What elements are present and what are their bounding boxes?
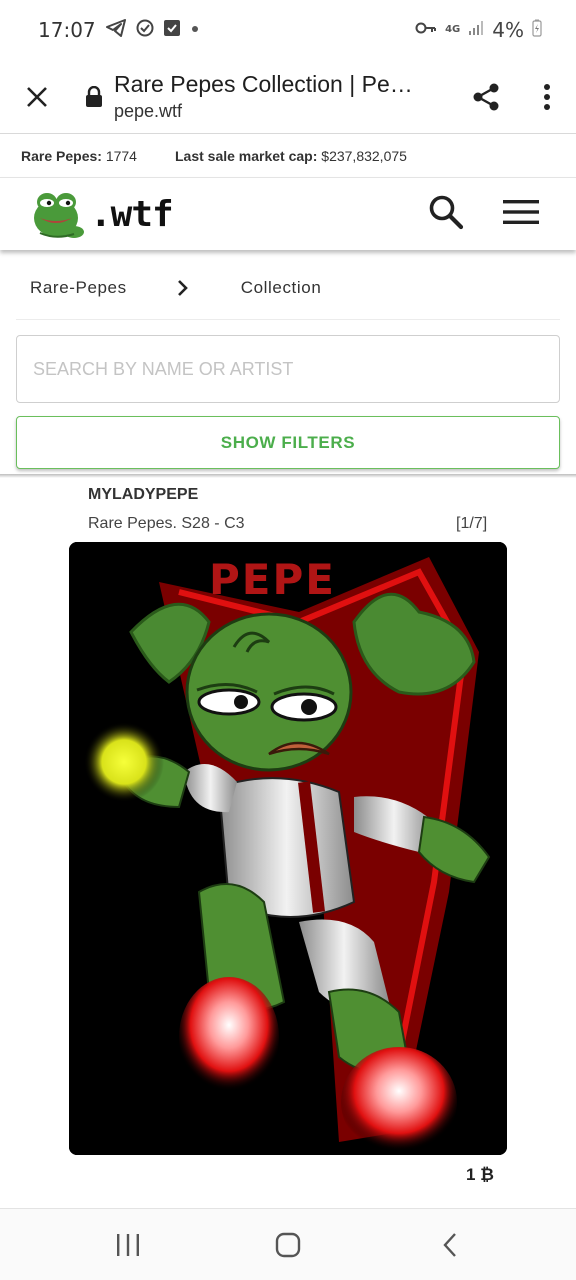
checkbox-icon bbox=[163, 19, 180, 41]
breadcrumb-rare-pepes[interactable]: Rare-Pepes bbox=[30, 278, 127, 298]
share-icon bbox=[473, 83, 499, 110]
pepe-frog-logo-icon bbox=[34, 193, 84, 238]
home-icon bbox=[275, 1232, 301, 1258]
browser-toolbar: Rare Pepes Collection | Pepe.wtf pepe.wt… bbox=[0, 60, 576, 134]
lock-icon[interactable] bbox=[74, 85, 114, 108]
site-header: .wtf bbox=[0, 178, 576, 250]
more-vert-icon bbox=[544, 83, 550, 110]
network-type: 4G bbox=[445, 24, 461, 35]
recent-apps-button[interactable] bbox=[98, 1223, 158, 1267]
hamburger-icon bbox=[503, 200, 539, 224]
market-cap-label: Last sale market cap: bbox=[174, 147, 318, 164]
page-title: Rare Pepes Collection | Pepe.wtf bbox=[114, 71, 424, 97]
page-url: pepe.wtf bbox=[114, 101, 183, 121]
recent-apps-icon bbox=[117, 1234, 139, 1256]
status-time: 17:07 bbox=[38, 18, 96, 42]
signal-icon bbox=[468, 20, 484, 41]
home-button[interactable] bbox=[258, 1223, 318, 1267]
check-circle-icon bbox=[136, 19, 154, 42]
battery-charging-icon bbox=[532, 19, 542, 42]
logo-text: .wtf bbox=[90, 193, 174, 235]
rare-pepes-label: Rare Pepes: bbox=[21, 147, 102, 164]
breadcrumb-collection[interactable]: Collection bbox=[241, 278, 322, 298]
svg-text:PEPE: PEPE bbox=[209, 555, 336, 604]
back-button[interactable] bbox=[420, 1223, 480, 1267]
card-image[interactable]: PEPE bbox=[69, 542, 507, 1155]
show-filters-button[interactable]: SHOW FILTERS bbox=[16, 416, 560, 469]
telegram-icon bbox=[105, 18, 126, 42]
site-search-button[interactable] bbox=[424, 190, 468, 234]
card-series: Rare Pepes. S28 - C3 bbox=[88, 515, 245, 532]
back-chevron-icon bbox=[443, 1233, 456, 1257]
chevron-right-icon bbox=[177, 279, 189, 297]
system-nav-bar bbox=[0, 1208, 576, 1280]
search-icon bbox=[429, 195, 464, 230]
url-bar[interactable]: Rare Pepes Collection | Pepe.wtf pepe.wt… bbox=[114, 71, 454, 122]
rare-pepes-count: 1774 bbox=[105, 147, 137, 164]
site-logo[interactable]: .wtf bbox=[30, 188, 174, 240]
battery-level: 4% bbox=[492, 18, 524, 42]
section-divider bbox=[0, 474, 576, 478]
close-tab-button[interactable] bbox=[0, 60, 74, 134]
card-price: 1 ₿ bbox=[466, 1165, 495, 1184]
dot-icon bbox=[190, 21, 200, 39]
status-bar: 17:07 4G 4% bbox=[0, 0, 576, 60]
key-icon bbox=[415, 21, 437, 40]
card-title[interactable]: MYLADYPEPE bbox=[88, 486, 198, 504]
share-button[interactable] bbox=[454, 60, 518, 134]
hamburger-menu-button[interactable] bbox=[498, 190, 544, 234]
market-cap-value: $237,832,075 bbox=[321, 147, 407, 164]
status-right: 4G 4% bbox=[415, 18, 542, 42]
more-options-button[interactable] bbox=[518, 60, 576, 134]
card-artwork: PEPE bbox=[69, 542, 507, 1155]
stats-bar: Rare Pepes: 1774 Last sale market cap: $… bbox=[0, 134, 576, 178]
status-left: 17:07 bbox=[38, 18, 200, 42]
close-icon bbox=[27, 86, 47, 107]
card-count: [1/7] bbox=[456, 515, 488, 532]
search-input[interactable] bbox=[16, 335, 560, 403]
breadcrumb: Rare-Pepes Collection bbox=[16, 256, 560, 320]
